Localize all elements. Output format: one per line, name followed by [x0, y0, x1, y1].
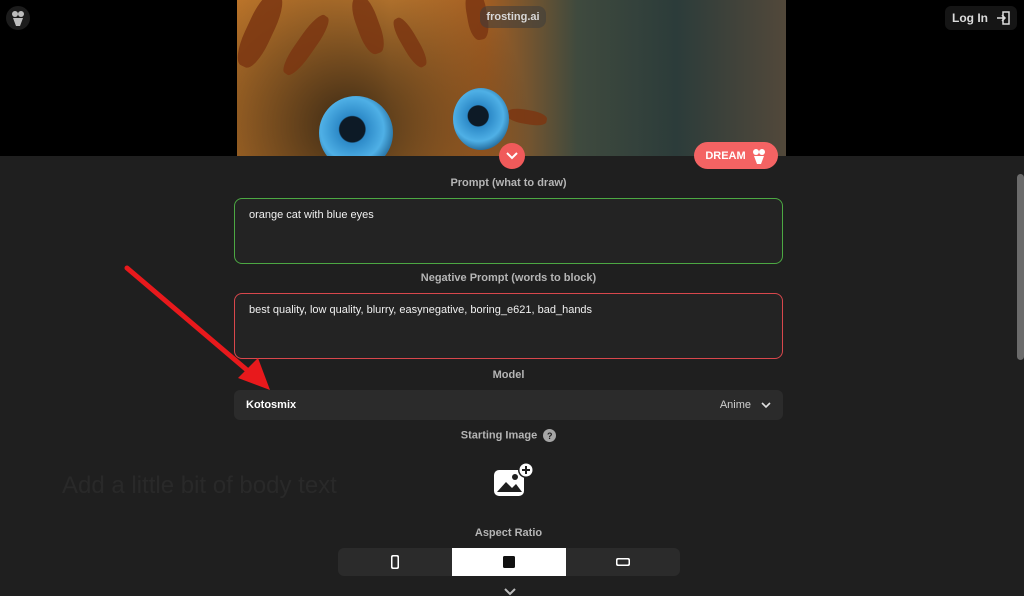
annotation-arrow [124, 265, 270, 390]
